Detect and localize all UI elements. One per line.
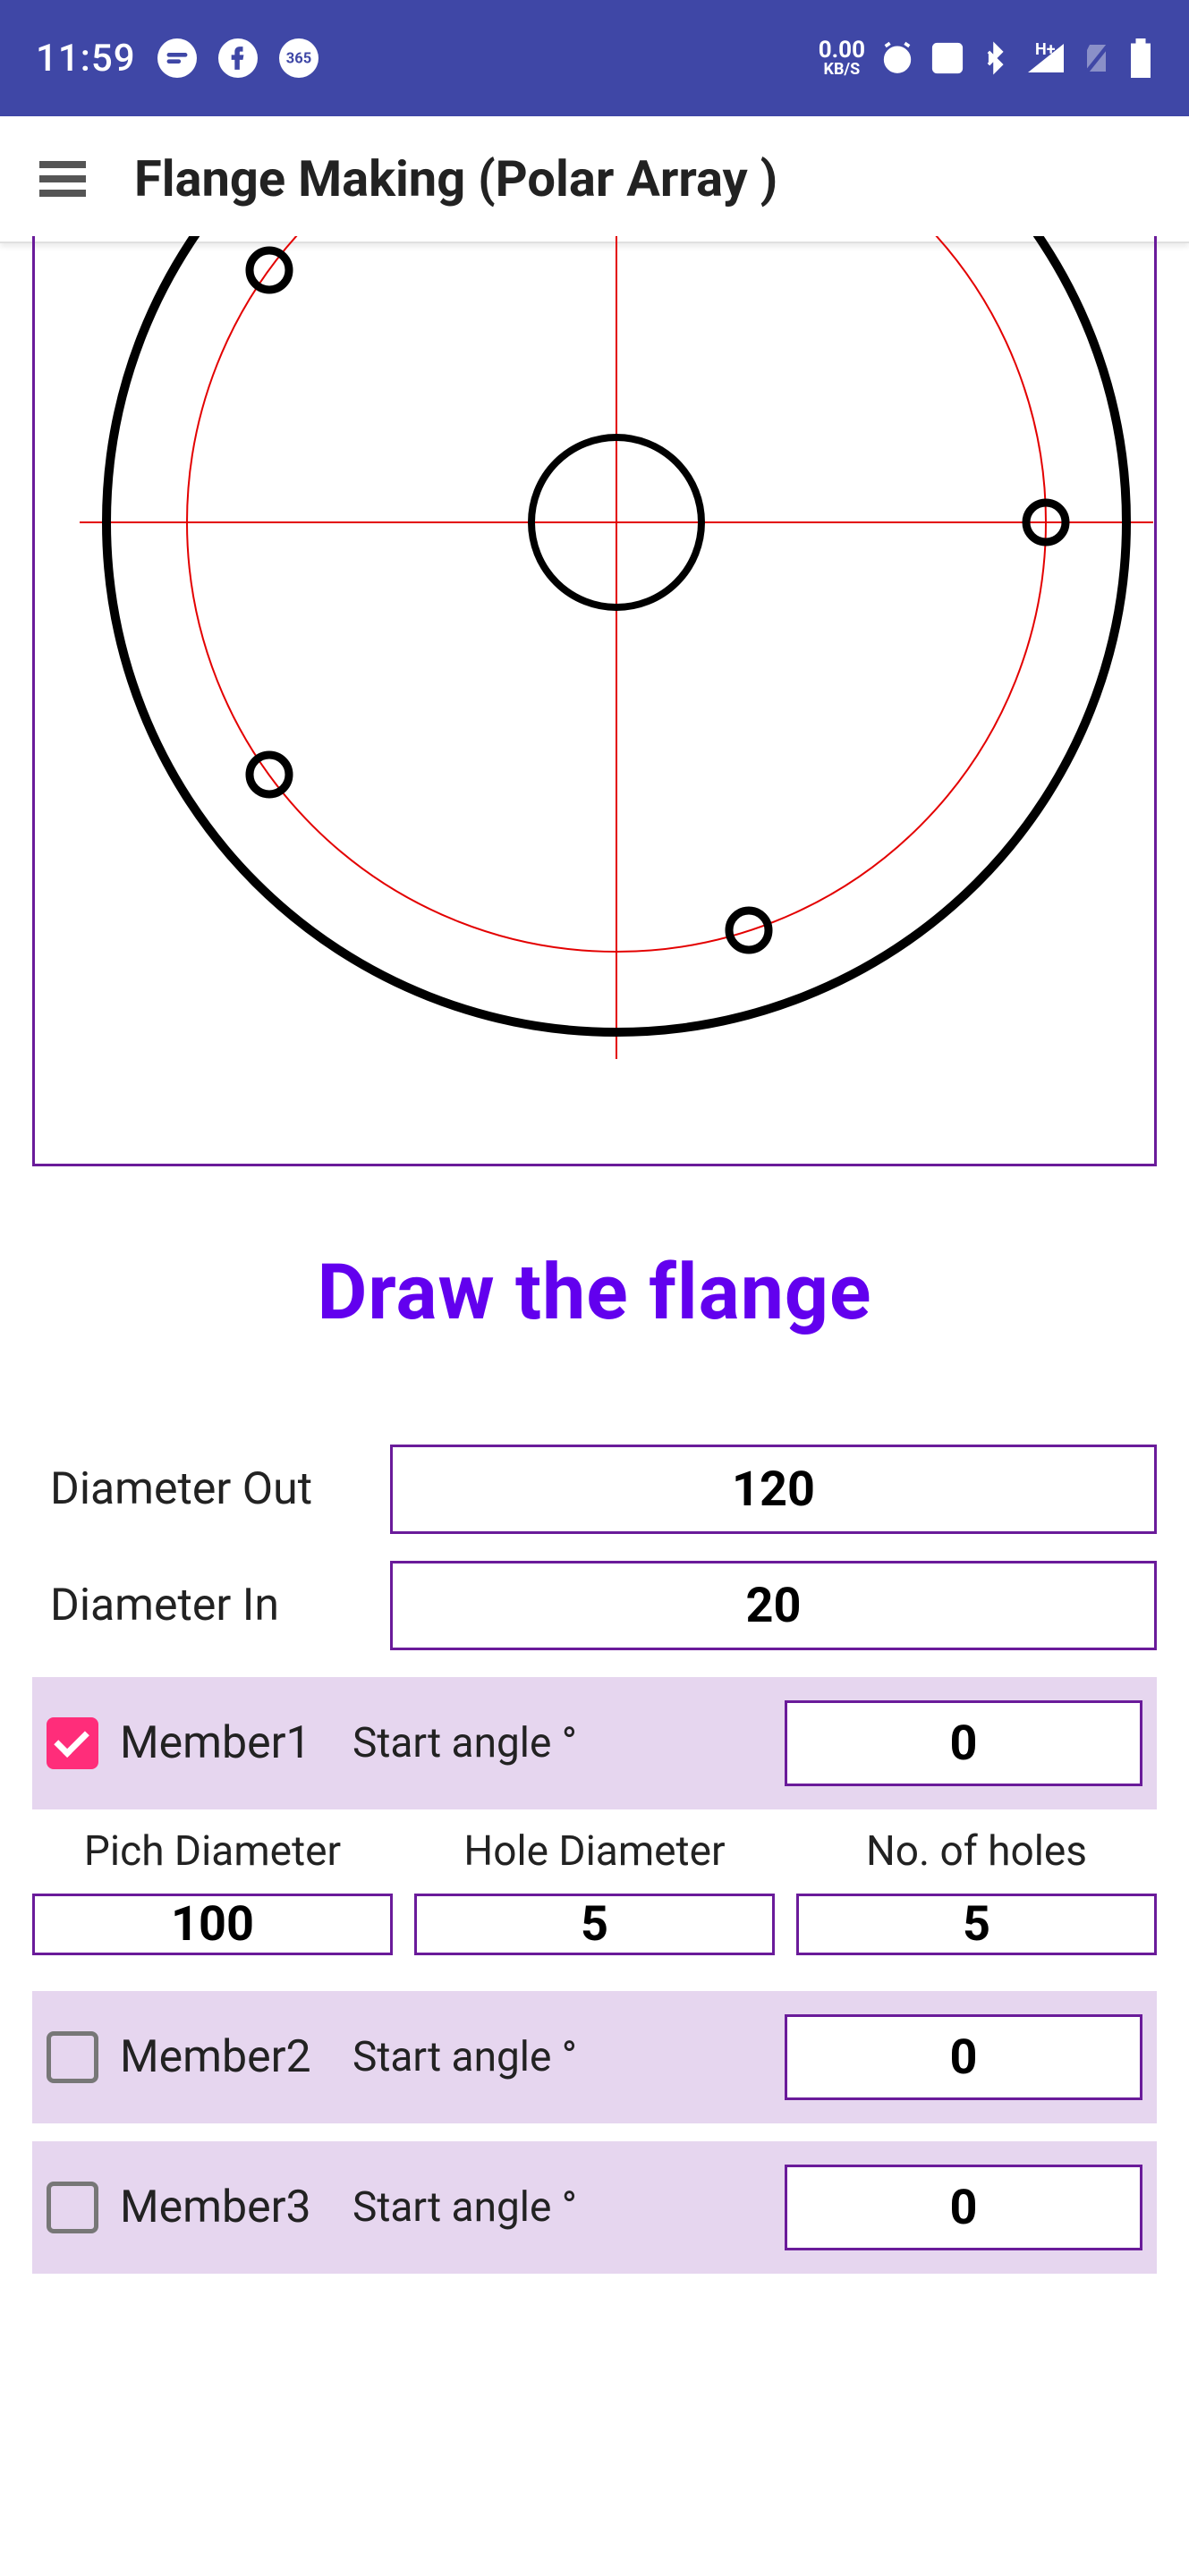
member1-checkbox[interactable] <box>47 1717 98 1769</box>
chat-notification-icon <box>157 38 197 78</box>
hamburger-menu-button[interactable] <box>27 143 98 215</box>
member1-start-angle-input[interactable] <box>785 1700 1142 1786</box>
battery-icon <box>1128 38 1153 78</box>
hole-diameter-col: Hole Diameter <box>414 1827 775 1955</box>
member3-start-angle-label: Start angle ° <box>352 2183 785 2232</box>
flange-form: Diameter Out Diameter In Member1 Start a… <box>0 1445 1189 2274</box>
hole-diameter-input[interactable] <box>414 1894 775 1955</box>
hole-count-label: No. of holes <box>866 1827 1087 1876</box>
diameter-in-input[interactable] <box>390 1561 1157 1650</box>
status-right-group: 0.00 KB/S H+ <box>819 38 1153 78</box>
nfc-icon <box>930 40 965 76</box>
diameter-in-label: Diameter In <box>32 1580 390 1631</box>
svg-text:365: 365 <box>285 51 310 68</box>
bluetooth-icon <box>980 40 1010 76</box>
signal-icon: H+ <box>1024 40 1067 76</box>
hole-count-input[interactable] <box>796 1894 1157 1955</box>
section-heading: Draw the flange <box>0 1247 1189 1337</box>
member2-start-angle-label: Start angle ° <box>352 2033 785 2081</box>
alarm-icon <box>879 40 915 76</box>
canvas-container <box>0 236 1189 1166</box>
member2-label: Member2 <box>120 2031 352 2083</box>
member1-label: Member1 <box>120 1717 352 1769</box>
member1-row: Member1 Start angle ° <box>32 1677 1157 1809</box>
diameter-out-input[interactable] <box>390 1445 1157 1534</box>
flange-drawing-canvas[interactable] <box>32 236 1157 1166</box>
member2-start-angle-input[interactable] <box>785 2014 1142 2100</box>
member3-row: Member3 Start angle ° <box>32 2141 1157 2274</box>
member2-checkbox[interactable] <box>47 2031 98 2083</box>
pitch-diameter-label: Pich Diameter <box>84 1827 341 1876</box>
facebook-icon <box>218 38 258 78</box>
pitch-diameter-col: Pich Diameter <box>32 1827 393 1955</box>
hole-diameter-label: Hole Diameter <box>463 1827 725 1876</box>
diameter-in-row: Diameter In <box>32 1561 1157 1650</box>
no-sim-icon <box>1082 40 1114 76</box>
member3-checkbox[interactable] <box>47 2182 98 2233</box>
status-time: 11:59 <box>36 37 136 80</box>
hole-count-col: No. of holes <box>796 1827 1157 1955</box>
app-bar: Flange Making (Polar Array ) <box>0 116 1189 243</box>
data-speed-indicator: 0.00 KB/S <box>819 38 865 78</box>
status-left-group: 11:59 365 <box>36 37 318 80</box>
member1-params-row: Pich Diameter Hole Diameter No. of holes <box>32 1827 1157 1955</box>
app-365-icon: 365 <box>279 38 318 78</box>
member2-row: Member2 Start angle ° <box>32 1991 1157 2123</box>
diameter-out-row: Diameter Out <box>32 1445 1157 1534</box>
member3-start-angle-input[interactable] <box>785 2165 1142 2250</box>
pitch-diameter-input[interactable] <box>32 1894 393 1955</box>
member1-start-angle-label: Start angle ° <box>352 1719 785 1767</box>
member3-label: Member3 <box>120 2182 352 2233</box>
diameter-out-label: Diameter Out <box>32 1463 390 1515</box>
android-status-bar: 11:59 365 0.00 KB/S H+ <box>0 0 1189 116</box>
page-title: Flange Making (Polar Array ) <box>134 149 777 208</box>
